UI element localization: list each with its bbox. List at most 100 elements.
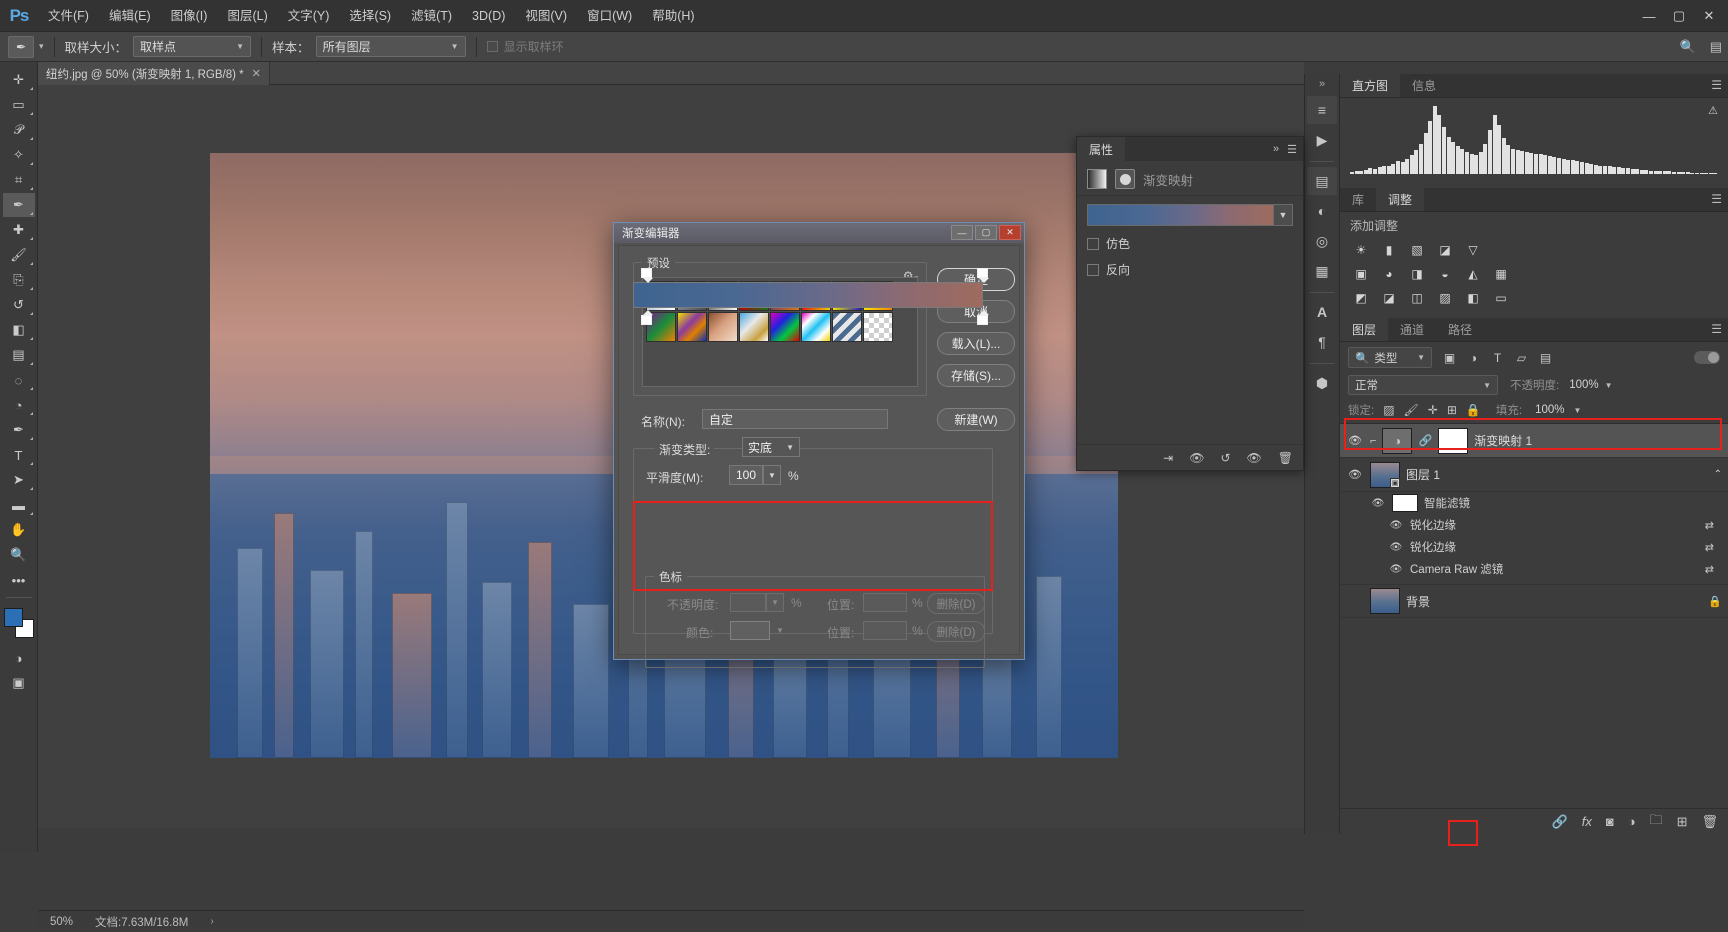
opacity-stop-left[interactable] [641,268,654,283]
move-tool[interactable]: ✛ [3,68,35,92]
type-tool[interactable]: T [3,443,35,467]
dialog-maximize-button[interactable]: ▢ [975,225,997,240]
list-item[interactable]: 👁 锐化边缘 ⇄ [1340,536,1728,558]
background-layer-thumb[interactable] [1370,588,1400,614]
dodge-tool[interactable]: ◔ [3,393,35,417]
gradient-preview[interactable] [1087,204,1273,226]
chevron-down-icon[interactable]: ▼ [773,621,787,640]
menu-edit[interactable]: 编辑(E) [99,0,161,32]
chevron-down-icon[interactable]: ▼ [1605,381,1613,390]
chevron-down-icon[interactable]: ▼ [766,593,784,612]
dialog-minimize-button[interactable]: — [951,225,973,240]
solid-color-icon[interactable]: ▭ [1490,288,1512,308]
layer-mask-thumb[interactable] [1438,427,1469,454]
panel-menu-icon[interactable]: ☰ [1287,143,1297,156]
menu-file[interactable]: 文件(F) [38,0,99,32]
rail-properties-icon[interactable]: ▤ [1307,167,1337,195]
eraser-tool[interactable]: ◧ [3,318,35,342]
table-row[interactable]: 👁 ▣ 图层 1 ⌃ [1340,458,1728,492]
pixel-filter-icon[interactable]: ▣ [1440,348,1459,367]
new-button[interactable]: 新建(W) [937,408,1015,431]
preset-transparent-rainbow[interactable] [801,312,831,342]
panel-menu-icon[interactable]: ☰ [1711,193,1722,205]
menu-3d[interactable]: 3D(D) [462,0,515,32]
new-adjustment-layer-icon[interactable]: ◑ [1628,814,1636,829]
lock-artboard-icon[interactable]: ⊞ [1447,403,1457,417]
name-input[interactable]: 自定 [702,409,888,429]
lock-position-icon[interactable]: ✛ [1428,403,1438,417]
color-stop-swatch[interactable] [730,621,770,640]
dither-row[interactable]: 仿色 [1087,235,1293,252]
rail-adjustments-icon[interactable]: ◐ [1307,197,1337,225]
preset-copper[interactable] [708,312,738,342]
list-item[interactable]: 👁 锐化边缘 ⇄ [1340,514,1728,536]
chevron-double-right-icon[interactable]: » [1273,143,1279,155]
chevron-down-icon[interactable]: ▾ [39,41,44,52]
smart-filter-name[interactable]: Camera Raw 滤镜 [1410,561,1503,577]
list-item[interactable]: 👁 智能滤镜 [1340,492,1728,514]
smart-object-thumb[interactable]: ▣ [1370,461,1400,488]
opacity-stop-input[interactable] [730,593,766,612]
layer-name[interactable]: 图层 1 [1406,466,1440,483]
smart-filter-name[interactable]: 锐化边缘 [1410,517,1456,533]
chevron-up-icon[interactable]: ⌃ [1714,469,1722,480]
hue-saturation-icon[interactable]: ▣ [1350,264,1372,284]
tab-layers[interactable]: 图层 [1340,318,1389,341]
lasso-tool[interactable]: 𝒫 [3,118,35,142]
chevron-down-icon[interactable]: ▼ [1273,204,1293,226]
layer-name[interactable]: 渐变映射 1 [1474,432,1532,449]
blur-tool[interactable]: ◌ [3,368,35,392]
threshold-icon[interactable]: ◫ [1406,288,1428,308]
curves-icon[interactable]: ▧ [1406,240,1428,260]
dialog-close-button[interactable]: ✕ [999,225,1021,240]
delete-color-stop-button[interactable]: 删除(D) [927,621,985,642]
link-layers-icon[interactable]: 🔗 [1552,814,1568,830]
type-filter-icon[interactable]: T [1488,348,1507,367]
opacity-value[interactable]: 100% [1569,379,1598,391]
new-layer-icon[interactable]: ⊞ [1677,814,1688,830]
new-group-icon[interactable]: 🗀 [1650,811,1663,833]
gradient-bar[interactable] [633,282,983,308]
toggle-visibility-icon[interactable]: 👁 [1247,451,1262,465]
gradient-type-select[interactable]: 实底 ▼ [742,437,800,457]
menu-view[interactable]: 视图(V) [515,0,577,32]
menu-window[interactable]: 窗口(W) [577,0,642,32]
gradient-map-icon[interactable] [1087,169,1107,189]
layer-visibility-icon[interactable]: 👁 [1346,468,1364,481]
channel-mixer-icon[interactable]: ◭ [1462,264,1484,284]
history-brush-tool[interactable]: ↺ [3,293,35,317]
menu-select[interactable]: 选择(S) [339,0,401,32]
marquee-tool[interactable]: ▭ [3,93,35,117]
close-button[interactable]: ✕ [1694,4,1724,28]
black-white-icon[interactable]: ◨ [1406,264,1428,284]
filter-blend-options-icon[interactable]: ⇄ [1705,519,1714,532]
gradient-tool[interactable]: ▤ [3,343,35,367]
list-item[interactable]: 👁 Camera Raw 滤镜 ⇄ [1340,558,1728,580]
opacity-position-input[interactable] [863,593,907,612]
photo-filter-icon[interactable]: ◒ [1434,264,1456,284]
shape-filter-icon[interactable]: ▱ [1512,348,1531,367]
status-expand-icon[interactable]: › [210,916,213,927]
rail-actions-icon[interactable]: ▶ [1307,126,1337,154]
gradient-map-thumb[interactable]: ◑ [1382,427,1413,454]
fill-value[interactable]: 100% [1535,404,1564,416]
foreground-color-swatch[interactable] [3,608,23,627]
eyedropper-tool[interactable]: ✒ [2,193,35,217]
smart-filter-visibility-icon[interactable]: 👁 [1388,564,1404,575]
filter-blend-options-icon[interactable]: ⇄ [1705,563,1714,576]
save-button[interactable]: 存储(S)... [937,364,1015,387]
opacity-stop-right[interactable] [977,268,990,283]
adjustment-filter-icon[interactable]: ◑ [1464,348,1483,367]
show-sampling-ring-checkbox[interactable]: 显示取样环 [486,38,564,55]
reverse-row[interactable]: 反向 [1087,261,1293,278]
layer-mask-icon[interactable]: ◙ [1606,814,1614,829]
tab-adjustments[interactable]: 调整 [1376,188,1425,211]
delete-opacity-stop-button[interactable]: 删除(D) [927,593,985,614]
preset-transparent-stripes[interactable] [832,312,862,342]
smoothness-input[interactable]: 100 [729,465,763,485]
rail-swatches-icon[interactable]: ▦ [1307,257,1337,285]
color-stop-right[interactable] [977,310,990,325]
delete-layer-icon[interactable]: 🗑 [1701,814,1718,830]
filter-toggle[interactable] [1694,351,1720,364]
layer-filter-select[interactable]: 🔍 类型 ▼ [1348,347,1432,368]
